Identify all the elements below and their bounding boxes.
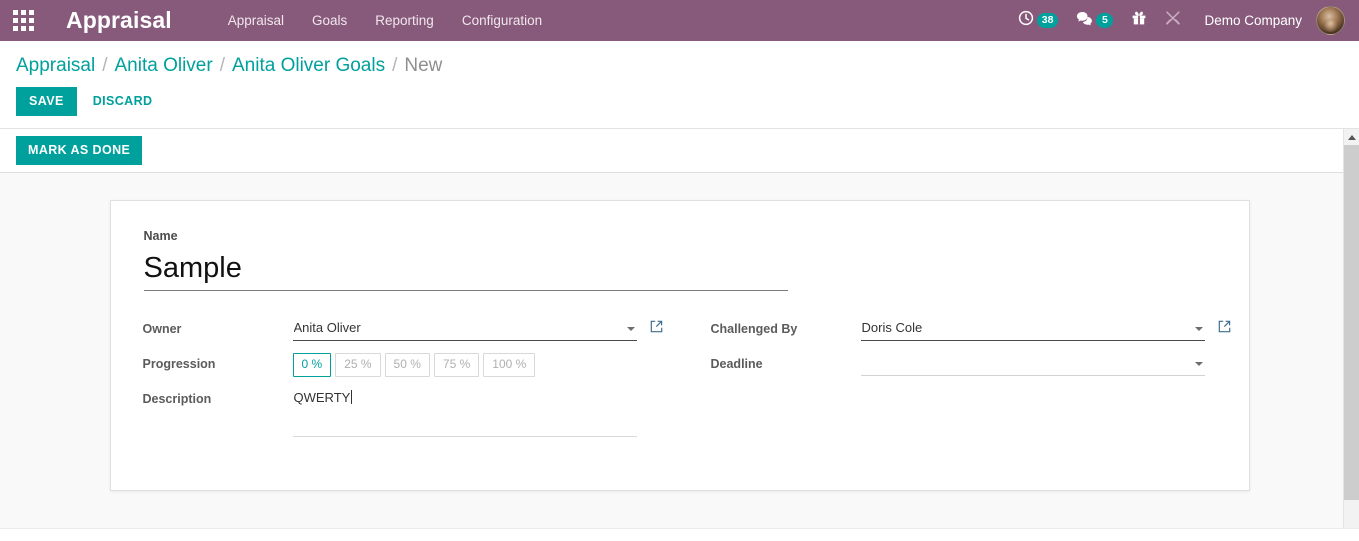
- deadline-field-wrapper: [860, 353, 1205, 377]
- breadcrumb: Appraisal / Anita Oliver / Anita Oliver …: [16, 41, 1343, 77]
- owner-field-wrapper: [292, 318, 637, 342]
- field-row-challenged-by: Challenged By: [711, 318, 1231, 346]
- systray: 38 5 Demo Company: [1009, 0, 1359, 41]
- field-row-deadline: Deadline: [711, 353, 1231, 381]
- deadline-input[interactable]: [860, 353, 1205, 376]
- challenged-by-label: Challenged By: [710, 322, 798, 337]
- menu-item-configuration[interactable]: Configuration: [448, 0, 556, 41]
- breadcrumb-separator: /: [219, 55, 225, 76]
- app-brand-title[interactable]: Appraisal: [66, 7, 172, 34]
- apps-menu-button[interactable]: [0, 0, 46, 41]
- challenged-by-internal-link-icon[interactable]: [1218, 320, 1231, 333]
- deadline-label: Deadline: [710, 357, 763, 372]
- mark-as-done-button[interactable]: MARK AS DONE: [16, 135, 143, 165]
- progression-option-100[interactable]: 100 %: [483, 353, 536, 378]
- developer-tools-button[interactable]: [1156, 0, 1190, 41]
- discard-button[interactable]: DISCARD: [77, 87, 163, 116]
- chatter: Send message Log note Schedule activity: [0, 528, 1359, 541]
- activities-menu-button[interactable]: 38: [1009, 0, 1068, 41]
- messaging-menu-button[interactable]: 5: [1067, 0, 1122, 41]
- gift-icon: [1131, 10, 1147, 31]
- name-field-group: Name: [143, 229, 1217, 292]
- menu-item-reporting[interactable]: Reporting: [361, 0, 448, 41]
- save-button[interactable]: SAVE: [16, 87, 77, 116]
- field-row-owner: Owner: [143, 318, 663, 346]
- challenged-by-input[interactable]: [860, 318, 1205, 341]
- tools-icon: [1165, 10, 1181, 31]
- description-underline: [292, 436, 637, 438]
- scroll-up-arrow-icon[interactable]: [1344, 129, 1359, 145]
- name-input[interactable]: [143, 252, 788, 292]
- clock-icon: [1018, 10, 1034, 31]
- text-cursor: [351, 390, 353, 405]
- form-content-area: MARK AS DONE Name Owner: [0, 128, 1359, 528]
- form-column-left: Owner Anita Oliver Progression 0 % 25 % …: [143, 318, 663, 444]
- form-statusbar: MARK AS DONE: [0, 129, 1359, 173]
- owner-internal-link-icon[interactable]: [650, 320, 663, 333]
- breadcrumb-item-appraisal[interactable]: Appraisal: [16, 55, 95, 77]
- breadcrumb-separator: /: [392, 55, 398, 76]
- owner-label: Owner: [142, 322, 182, 337]
- description-label: Description: [142, 392, 212, 407]
- user-avatar[interactable]: [1316, 6, 1345, 35]
- progression-label: Progression: [142, 357, 216, 372]
- field-row-progression: Progression 0 % 25 % 50 % 75 % 100 %: [143, 353, 663, 381]
- control-panel-buttons: SAVE DISCARD: [16, 87, 1343, 128]
- description-textarea[interactable]: QWERTY: [293, 388, 353, 424]
- breadcrumb-item-new: New: [404, 55, 443, 76]
- form-columns: Owner Anita Oliver Progression 0 % 25 % …: [143, 318, 1230, 444]
- control-panel: Appraisal / Anita Oliver / Anita Oliver …: [0, 41, 1359, 128]
- form-sheet: Name Owner: [109, 200, 1250, 491]
- description-field-wrapper: QWERTY: [292, 388, 637, 438]
- messages-counter: 5: [1096, 12, 1114, 29]
- breadcrumb-item-anita-oliver-goals[interactable]: Anita Oliver Goals: [232, 55, 385, 77]
- name-field-label: Name: [143, 229, 178, 243]
- owner-input[interactable]: [292, 318, 637, 341]
- main-menu: Appraisal Goals Reporting Configuration: [214, 0, 556, 41]
- form-column-right: Challenged By Doris Cole Deadline: [711, 318, 1231, 444]
- description-value: QWERTY: [293, 390, 351, 406]
- vertical-scrollbar[interactable]: [1343, 129, 1359, 528]
- field-row-description: Description QWERTY: [142, 388, 663, 438]
- challenged-by-field-wrapper: [860, 318, 1205, 342]
- menu-item-goals[interactable]: Goals: [298, 0, 361, 41]
- progression-option-25[interactable]: 25 %: [335, 353, 381, 378]
- enterprise-upgrade-button[interactable]: [1122, 0, 1156, 41]
- apps-grid-icon: [12, 10, 34, 31]
- progression-option-0[interactable]: 0 %: [292, 353, 332, 378]
- progression-option-75[interactable]: 75 %: [433, 353, 480, 378]
- chevron-down-icon[interactable]: [1194, 327, 1203, 332]
- top-navbar: Appraisal Appraisal Goals Reporting Conf…: [0, 0, 1359, 41]
- breadcrumb-separator: /: [102, 55, 108, 76]
- scrollbar-thumb[interactable]: [1344, 145, 1359, 500]
- sheet-background: Name Owner: [0, 173, 1359, 503]
- activities-counter: 38: [1036, 12, 1059, 29]
- chevron-down-icon[interactable]: [626, 327, 635, 332]
- breadcrumb-item-anita-oliver[interactable]: Anita Oliver: [115, 55, 213, 77]
- progression-option-50[interactable]: 50 %: [384, 353, 430, 378]
- message-bubble-icon: [1076, 11, 1093, 31]
- company-switcher[interactable]: Demo Company: [1190, 0, 1312, 41]
- menu-item-appraisal[interactable]: Appraisal: [214, 0, 298, 41]
- progression-radio-group: 0 % 25 % 50 % 75 % 100 %: [292, 353, 540, 378]
- chevron-down-icon[interactable]: [1194, 362, 1203, 367]
